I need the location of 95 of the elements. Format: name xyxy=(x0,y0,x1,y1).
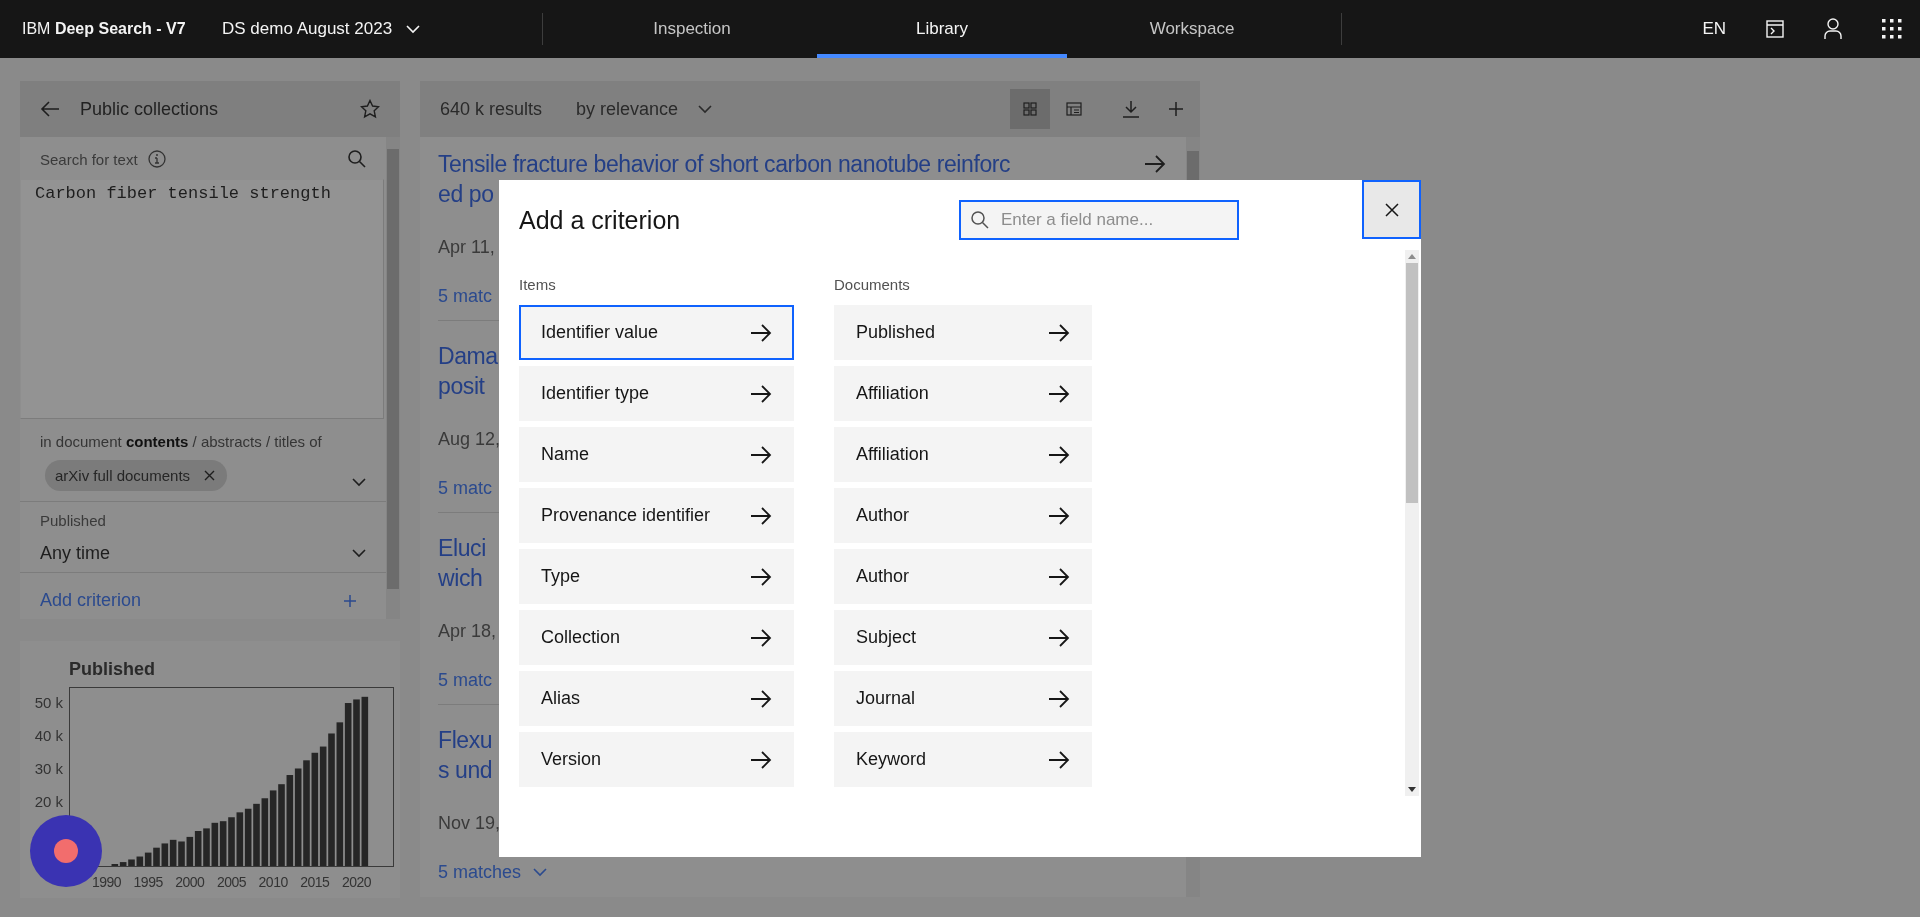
nav-tab[interactable]: Inspection xyxy=(567,0,817,58)
star-icon[interactable] xyxy=(360,99,380,119)
field-option[interactable]: Keyword xyxy=(834,732,1092,787)
panel-title: Public collections xyxy=(80,98,220,120)
field-search-input[interactable]: Enter a field name... xyxy=(959,200,1239,240)
section-heading: Items xyxy=(519,276,557,293)
published-dropdown[interactable]: Any time xyxy=(40,543,366,564)
axis-tick-label: 2000 xyxy=(175,874,205,890)
project-selector[interactable]: DS demo August 2023 xyxy=(222,19,542,39)
arrow-right-icon xyxy=(750,506,772,525)
arrow-right-icon xyxy=(1048,750,1070,769)
info-icon[interactable] xyxy=(147,150,166,168)
app-grid-icon[interactable] xyxy=(1882,19,1902,39)
nav-tab[interactable]: Library xyxy=(817,0,1067,58)
field-option[interactable]: Version xyxy=(519,732,794,787)
axis-tick-label: 1995 xyxy=(133,874,163,890)
search-icon[interactable] xyxy=(348,150,366,168)
chart-title: Published xyxy=(69,659,155,679)
arrow-right-icon xyxy=(1048,506,1070,525)
plus-icon[interactable] xyxy=(1168,101,1184,117)
field-option[interactable]: Author xyxy=(834,549,1092,604)
field-name-input[interactable]: Enter a field name... xyxy=(999,209,1223,231)
field-option[interactable]: Type xyxy=(519,549,794,604)
arrow-right-icon xyxy=(1048,628,1070,647)
results-count: 640 k results xyxy=(440,98,543,120)
search-scope-text: in document contents / abstracts / titles of xyxy=(39,432,323,450)
chevron-down-icon xyxy=(406,24,421,34)
axis-tick-label: 2020 xyxy=(341,874,372,890)
axis-tick-label: 30 k xyxy=(34,759,63,777)
field-option[interactable]: Author xyxy=(834,488,1092,543)
table-icon xyxy=(1066,102,1082,116)
language-button[interactable]: EN xyxy=(1702,19,1726,39)
grid-icon xyxy=(1023,102,1037,116)
arrow-right-icon xyxy=(750,628,772,647)
field-option[interactable]: Journal xyxy=(834,671,1092,726)
arrow-right-icon xyxy=(750,689,772,708)
search-label: Search for text xyxy=(40,150,138,168)
search-text-area[interactable]: Carbon fiber tensile strength xyxy=(20,179,384,419)
scroll-up-icon[interactable] xyxy=(1408,254,1416,259)
field-option[interactable]: Collection xyxy=(519,610,794,665)
arrow-right-icon xyxy=(1048,323,1070,342)
arrow-right-icon xyxy=(750,567,772,586)
close-icon xyxy=(1384,202,1399,217)
collection-tag: arXiv full documents xyxy=(45,460,228,491)
published-label: Published xyxy=(40,512,107,529)
field-option[interactable]: Published xyxy=(834,305,1092,360)
arrow-right-icon xyxy=(1144,155,1166,173)
result-date: Nov 19, xyxy=(438,813,501,834)
arrow-right-icon xyxy=(750,384,772,403)
axis-tick-label: 2005 xyxy=(216,874,247,890)
arrow-right-icon xyxy=(1048,689,1070,708)
field-option[interactable]: Identifier value xyxy=(519,305,794,360)
arrow-right-icon xyxy=(750,750,772,769)
result-date: Aug 12, xyxy=(438,429,501,450)
close-icon[interactable] xyxy=(204,470,216,481)
close-button[interactable] xyxy=(1362,180,1421,239)
field-option[interactable]: Alias xyxy=(519,671,794,726)
chevron-down-icon xyxy=(533,868,548,877)
arrow-right-icon xyxy=(1048,445,1070,464)
arrow-right-icon xyxy=(750,445,772,464)
axis-tick-label: 1990 xyxy=(91,874,122,890)
scrollbar[interactable] xyxy=(1405,250,1419,796)
chevron-down-icon xyxy=(352,478,366,487)
axis-tick-label: 20 k xyxy=(34,792,63,810)
field-option[interactable]: Affiliation xyxy=(834,427,1092,482)
chevron-down-icon xyxy=(698,104,713,114)
scrollbar[interactable] xyxy=(386,137,400,619)
axis-tick-label: 50 k xyxy=(34,694,63,712)
nav-tab[interactable]: Workspace xyxy=(1067,0,1317,58)
sort-dropdown[interactable]: by relevance xyxy=(576,98,713,120)
app-title[interactable]: IBM Deep Search - V7 xyxy=(22,20,222,38)
user-icon[interactable] xyxy=(1824,18,1842,40)
field-option[interactable]: Subject xyxy=(834,610,1092,665)
dialog-title: Add a criterion xyxy=(519,206,682,235)
axis-tick-label: 2015 xyxy=(300,874,330,890)
search-icon xyxy=(971,211,989,229)
terminal-icon[interactable] xyxy=(1766,20,1784,38)
arrow-right-icon xyxy=(1048,567,1070,586)
back-arrow-icon[interactable] xyxy=(40,101,60,117)
field-option[interactable]: Provenance identifier xyxy=(519,488,794,543)
arrow-right-icon xyxy=(1048,384,1070,403)
download-icon[interactable] xyxy=(1122,100,1140,118)
axis-tick-label: 2010 xyxy=(258,874,288,890)
field-option[interactable]: Affiliation xyxy=(834,366,1092,421)
result-date: Apr 18, xyxy=(438,621,497,642)
scroll-down-icon[interactable] xyxy=(1408,787,1416,792)
arrow-right-icon xyxy=(750,323,772,342)
field-option[interactable]: Identifier type xyxy=(519,366,794,421)
chevron-down-icon xyxy=(352,549,366,558)
view-toggle-button[interactable] xyxy=(1010,89,1050,129)
result-date: Apr 11, xyxy=(438,237,495,258)
axis-tick-label: 40 k xyxy=(34,727,63,745)
plus-icon[interactable] xyxy=(344,594,356,607)
field-option[interactable]: Name xyxy=(519,427,794,482)
section-heading: Documents xyxy=(834,276,911,293)
